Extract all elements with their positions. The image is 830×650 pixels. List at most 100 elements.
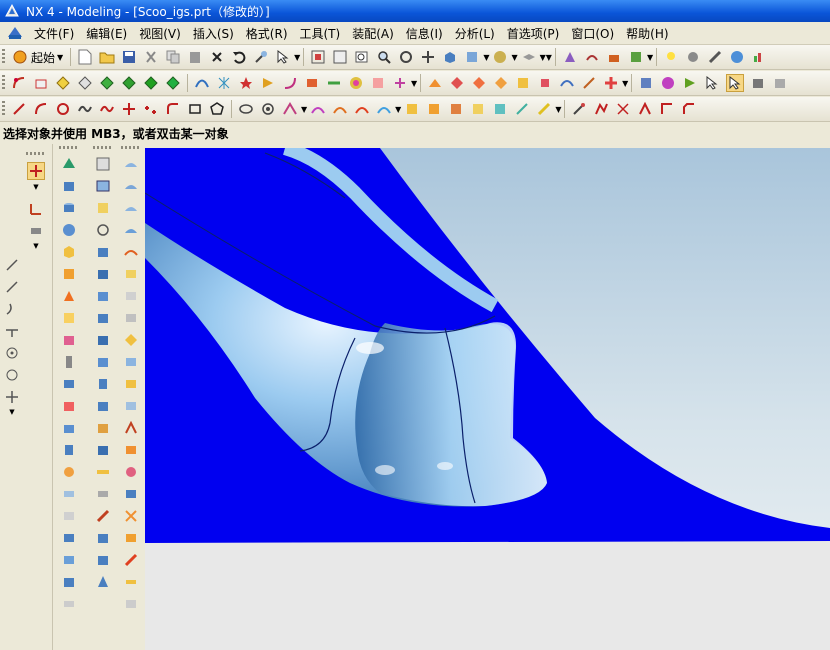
settings-icon[interactable]	[685, 49, 701, 65]
solid-icon[interactable]	[95, 332, 111, 348]
emboss-icon[interactable]	[61, 464, 77, 480]
edit-object-icon[interactable]	[253, 49, 269, 65]
surface-icon[interactable]	[471, 75, 487, 91]
studio-spline-icon[interactable]	[99, 101, 115, 117]
menu-analysis[interactable]: 分析(L)	[449, 25, 501, 42]
chevron-down-icon[interactable]: ▼	[555, 105, 561, 114]
extend-icon[interactable]	[581, 75, 597, 91]
save-icon[interactable]	[121, 49, 137, 65]
zoom-window-icon[interactable]	[332, 49, 348, 65]
layer-icon[interactable]	[521, 49, 537, 65]
polygon-icon[interactable]	[209, 101, 225, 117]
block-feature-icon[interactable]	[61, 178, 77, 194]
chevron-down-icon[interactable]: ▼	[33, 183, 38, 191]
globe-icon[interactable]	[729, 49, 745, 65]
extrude-icon[interactable]	[33, 75, 49, 91]
fillet-curve-icon[interactable]	[165, 101, 181, 117]
diamond-green-icon[interactable]	[165, 75, 181, 91]
bend-icon[interactable]	[123, 508, 139, 524]
surface-icon[interactable]	[449, 75, 465, 91]
new-icon[interactable]	[77, 49, 93, 65]
shell-icon[interactable]	[304, 75, 320, 91]
boss-icon[interactable]	[61, 288, 77, 304]
line-tool-icon[interactable]	[4, 257, 20, 273]
edit-curve-icon[interactable]	[536, 101, 552, 117]
chevron-down-icon[interactable]: ▼	[301, 105, 307, 114]
chevron-down-icon[interactable]: ▼	[546, 53, 552, 62]
datum-icon[interactable]	[28, 223, 44, 239]
quadrant-icon[interactable]	[4, 367, 20, 383]
chevron-down-icon[interactable]: ▼	[33, 242, 38, 250]
intersect-curve-icon[interactable]	[404, 101, 420, 117]
groove-icon[interactable]	[61, 376, 77, 392]
menu-format[interactable]: 格式(R)	[240, 25, 294, 42]
delete-icon[interactable]	[209, 49, 225, 65]
patch-icon[interactable]	[537, 75, 553, 91]
toolbar-grip[interactable]	[2, 75, 5, 91]
pattern-icon[interactable]	[370, 75, 386, 91]
slot-icon[interactable]	[61, 354, 77, 370]
diamond-green-icon[interactable]	[121, 75, 137, 91]
curve-icon[interactable]	[194, 75, 210, 91]
wrap-curve-icon[interactable]	[492, 101, 508, 117]
line-tool-icon[interactable]	[4, 279, 20, 295]
render-style-icon[interactable]	[492, 49, 508, 65]
solid-icon[interactable]	[95, 288, 111, 304]
surface-feature-icon[interactable]	[123, 156, 139, 172]
ruler-icon[interactable]	[95, 464, 111, 480]
law-extension-icon[interactable]	[123, 552, 139, 568]
law-curve-icon[interactable]	[282, 101, 298, 117]
select-filter-icon[interactable]	[562, 49, 578, 65]
tangent-icon[interactable]	[4, 323, 20, 339]
fold-icon[interactable]	[95, 200, 111, 216]
draft-icon[interactable]	[95, 486, 111, 502]
fit-view-icon[interactable]	[310, 49, 326, 65]
loop-icon[interactable]	[95, 222, 111, 238]
toolbar-grip[interactable]	[2, 101, 5, 117]
through-mesh-icon[interactable]	[123, 310, 139, 326]
quick-extend-icon[interactable]	[637, 101, 653, 117]
menu-insert[interactable]: 插入(S)	[187, 25, 240, 42]
dart-icon[interactable]	[61, 442, 77, 458]
surface-feature-icon[interactable]	[123, 222, 139, 238]
extract-curve-icon[interactable]	[448, 101, 464, 117]
menu-help[interactable]: 帮助(H)	[620, 25, 674, 42]
rotate-icon[interactable]	[398, 49, 414, 65]
corner-icon[interactable]	[659, 101, 675, 117]
transition-icon[interactable]	[123, 420, 139, 436]
isoparametric-icon[interactable]	[470, 101, 486, 117]
profile-icon[interactable]	[593, 101, 609, 117]
chamfer-icon[interactable]	[681, 101, 697, 117]
cross-icon[interactable]	[4, 389, 20, 405]
panel-icon[interactable]	[61, 596, 77, 612]
views-icon[interactable]	[464, 49, 480, 65]
snap-icon[interactable]	[584, 49, 600, 65]
rectangle-icon[interactable]	[187, 101, 203, 117]
diamond-green-icon[interactable]	[99, 75, 115, 91]
copy-icon[interactable]	[165, 49, 181, 65]
magnify-icon[interactable]	[376, 49, 392, 65]
split-icon[interactable]	[603, 75, 619, 91]
flange-icon[interactable]	[123, 530, 139, 546]
cylinder-feature-icon[interactable]	[95, 376, 111, 392]
section-curve-icon[interactable]	[426, 101, 442, 117]
book-icon[interactable]	[628, 49, 644, 65]
spline-icon[interactable]	[77, 101, 93, 117]
bridge-curve-icon[interactable]	[332, 101, 348, 117]
chevron-down-icon[interactable]: ▼	[294, 53, 300, 62]
sphere-icon[interactable]	[61, 222, 77, 238]
pointer-icon[interactable]	[704, 75, 720, 91]
grid-icon[interactable]	[95, 156, 111, 172]
solid-icon[interactable]	[95, 310, 111, 326]
ellipse-icon[interactable]	[238, 101, 254, 117]
chart-icon[interactable]	[751, 49, 767, 65]
paste-icon[interactable]	[187, 49, 203, 65]
solid-icon[interactable]	[95, 244, 111, 260]
offset-icon[interactable]	[559, 75, 575, 91]
start-button[interactable]: 起始 ▼	[12, 49, 63, 66]
menu-edit[interactable]: 编辑(E)	[80, 25, 133, 42]
project-curve-icon[interactable]	[354, 101, 370, 117]
block-icon[interactable]	[750, 75, 766, 91]
toolbar-grip[interactable]	[121, 146, 141, 149]
line-icon[interactable]	[11, 101, 27, 117]
